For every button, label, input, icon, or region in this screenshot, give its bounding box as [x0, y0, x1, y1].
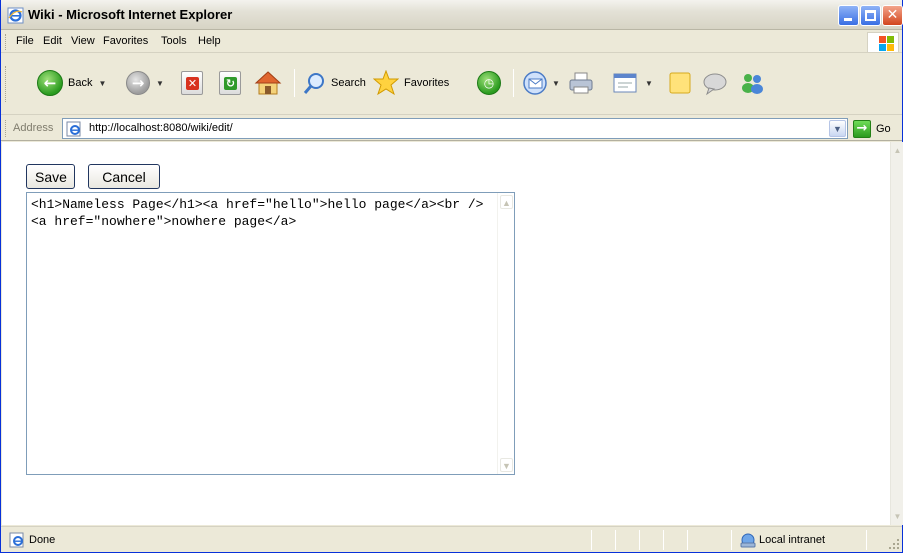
back-label: Back [68, 77, 93, 89]
minimize-button[interactable] [838, 5, 859, 26]
menu-bar: File Edit View Favorites Tools Help [1, 31, 902, 53]
forward-button[interactable]: → ▼ [126, 65, 164, 101]
page-done-icon [9, 532, 24, 548]
page-scroll-down-icon[interactable]: ▼ [892, 510, 903, 523]
windows-flag-icon [867, 32, 899, 53]
stop-icon: ✕ [181, 71, 203, 95]
favorites-label: Favorites [404, 77, 450, 89]
close-button[interactable]: ✕ [882, 5, 903, 26]
refresh-icon: ↻ [219, 71, 241, 95]
messenger-people-icon [742, 74, 763, 94]
address-label: Address [13, 122, 54, 134]
status-divider [639, 530, 640, 550]
edit-page-icon [613, 73, 637, 93]
maximize-button[interactable] [860, 5, 881, 26]
page-content-textarea[interactable]: <h1>Nameless Page</h1><a href="hello">he… [26, 192, 515, 475]
home-button[interactable] [254, 65, 282, 101]
browser-window: Wiki - Microsoft Internet Explorer ✕ Fil… [0, 0, 903, 553]
scroll-up-icon[interactable]: ▲ [500, 195, 513, 209]
chat-bubble-icon [703, 73, 727, 96]
search-icon [303, 73, 324, 94]
edit-dropdown-icon[interactable]: ▼ [645, 79, 653, 88]
scroll-down-icon[interactable]: ▼ [500, 458, 513, 472]
status-bar: Done Local intranet [1, 526, 902, 552]
search-button[interactable]: Search [302, 65, 366, 101]
status-divider [615, 530, 616, 550]
history-button[interactable]: ◷ [477, 65, 501, 101]
title-bar[interactable]: Wiki - Microsoft Internet Explorer ✕ [1, 0, 903, 30]
maximize-icon [865, 10, 876, 21]
status-divider [687, 530, 688, 550]
toolbar-separator-2 [513, 69, 514, 97]
menu-tools[interactable]: Tools [161, 35, 187, 47]
menu-favorites[interactable]: Favorites [103, 35, 148, 47]
history-icon: ◷ [477, 71, 501, 95]
toolbar-separator [294, 69, 295, 97]
menu-edit[interactable]: Edit [43, 35, 62, 47]
status-divider [663, 530, 664, 550]
messenger-button[interactable] [738, 65, 766, 101]
mail-icon [523, 71, 547, 95]
home-icon [254, 71, 282, 95]
go-button[interactable]: → Go [853, 119, 899, 139]
forward-dropdown-icon[interactable]: ▼ [156, 79, 164, 88]
back-arrow-icon: ← [37, 70, 63, 96]
menu-help[interactable]: Help [198, 35, 221, 47]
mail-dropdown-icon[interactable]: ▼ [552, 79, 560, 88]
back-button[interactable]: ← Back ▼ [37, 65, 106, 101]
print-icon [569, 72, 593, 94]
page-viewport: Save Cancel <h1>Nameless Page</h1><a hre… [2, 142, 890, 525]
address-dropdown-icon[interactable]: ▼ [829, 120, 846, 137]
go-arrow-icon: → [853, 120, 871, 138]
search-label: Search [331, 77, 366, 89]
go-label: Go [876, 123, 891, 135]
status-divider [591, 530, 592, 550]
security-zone-text: Local intranet [759, 534, 826, 546]
close-icon: ✕ [886, 7, 899, 23]
page-scrollbar[interactable]: ▲ ▼ [890, 142, 903, 525]
menu-grip[interactable] [5, 34, 8, 50]
toolbar-grip[interactable] [5, 66, 8, 102]
status-text: Done [29, 534, 56, 546]
mail-button[interactable]: ▼ [522, 65, 560, 101]
page-scroll-up-icon[interactable]: ▲ [892, 144, 903, 157]
discuss-button[interactable] [667, 65, 693, 101]
edit-button[interactable]: ▼ [611, 65, 653, 101]
stop-button[interactable]: ✕ [181, 65, 203, 101]
menu-view[interactable]: View [71, 35, 95, 47]
address-bar: Address http://localhost:8080/wiki/edit/… [1, 116, 902, 141]
forward-arrow-icon: → [126, 71, 150, 95]
minimize-icon [844, 18, 852, 21]
resize-grip-icon[interactable] [888, 538, 900, 550]
address-grip[interactable] [5, 120, 8, 137]
toolbar: ← Back ▼ → ▼ ✕ ↻ Search Favorites ◷ ▼ ▼ [1, 54, 902, 115]
messenger-chat-button[interactable] [701, 65, 729, 101]
page-ie-icon [66, 121, 81, 137]
ie-logo-icon [7, 7, 24, 24]
favorites-button[interactable]: Favorites [373, 65, 449, 101]
editor-scrollbar[interactable]: ▲ ▼ [497, 193, 514, 474]
favorites-star-icon [373, 70, 399, 96]
local-intranet-icon [740, 533, 756, 548]
address-url: http://localhost:8080/wiki/edit/ [89, 122, 233, 134]
refresh-button[interactable]: ↻ [219, 65, 241, 101]
editor-content: <h1>Nameless Page</h1><a href="hello">he… [31, 197, 484, 229]
note-icon [669, 72, 691, 94]
status-divider [731, 530, 732, 550]
print-button[interactable] [567, 65, 595, 101]
save-button[interactable]: Save [26, 164, 75, 189]
back-dropdown-icon[interactable]: ▼ [98, 79, 106, 88]
address-input[interactable]: http://localhost:8080/wiki/edit/ ▼ [62, 118, 848, 139]
cancel-button[interactable]: Cancel [88, 164, 160, 189]
menu-file[interactable]: File [16, 35, 34, 47]
status-divider [866, 530, 867, 550]
window-title: Wiki - Microsoft Internet Explorer [28, 7, 233, 22]
